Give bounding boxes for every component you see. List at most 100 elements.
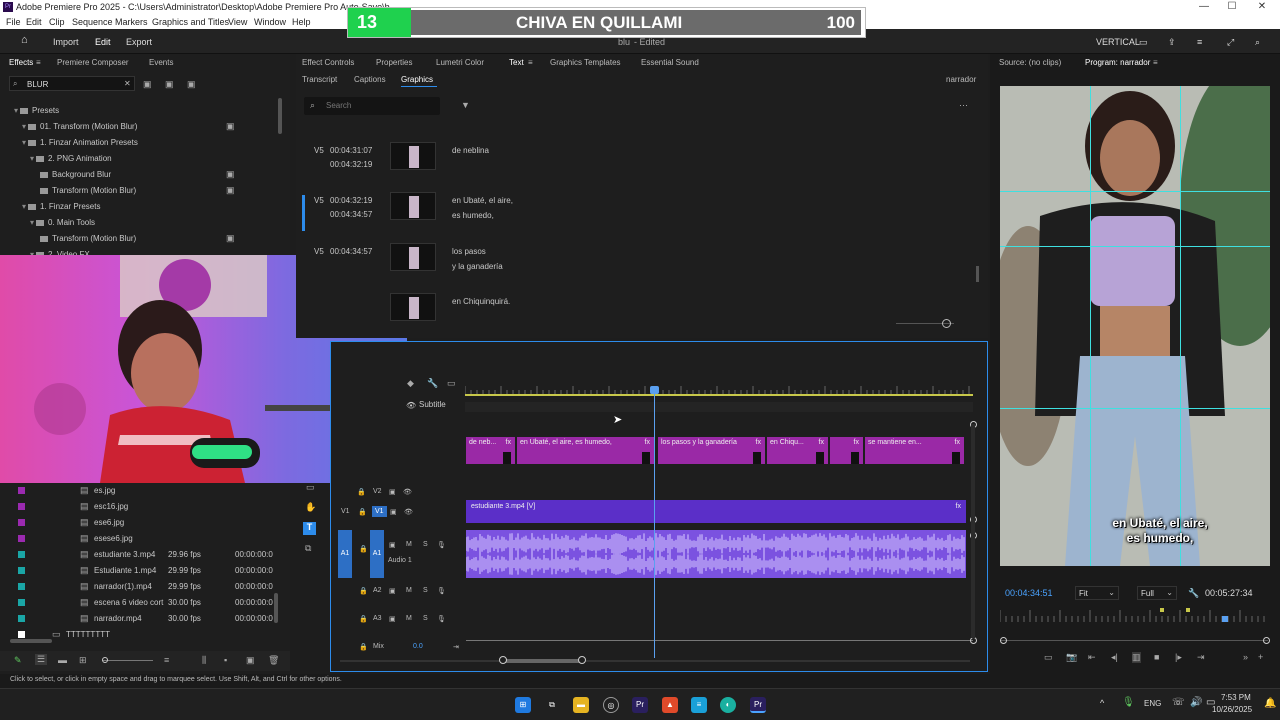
share-icon[interactable]: ⇪ — [1168, 37, 1176, 48]
lock-icon[interactable]: 🔒 — [357, 488, 366, 496]
lock-icon[interactable]: 🔒 — [359, 643, 368, 651]
mic-icon[interactable]: 🎙 — [437, 541, 446, 549]
playhead-handle[interactable] — [650, 386, 659, 394]
tab-premiere-composer[interactable]: Premiere Composer — [57, 58, 129, 67]
eye-icon[interactable]: 👁 — [403, 488, 412, 496]
solo-button[interactable]: S — [423, 615, 428, 622]
clear-icon[interactable]: ✕ — [124, 79, 131, 88]
lock-icon[interactable]: 🔒 — [359, 545, 368, 553]
wrench-icon[interactable]: 🔧 — [427, 378, 438, 389]
caption-start[interactable]: 00:04:34:57 — [330, 247, 372, 256]
caption-start[interactable]: 00:04:32:19 — [330, 196, 372, 205]
sync-icon[interactable]: ▣ — [389, 587, 396, 595]
sort-icon[interactable]: ≡ — [164, 655, 169, 665]
subtitle-clip[interactable]: fx — [830, 437, 863, 464]
volume-icon[interactable]: 🔊 — [1190, 697, 1202, 708]
menu-file[interactable]: File — [6, 17, 21, 27]
search-icon[interactable]: ⌕ — [1255, 37, 1260, 48]
caption-end[interactable]: 00:04:34:57 — [330, 210, 372, 219]
automate-icon[interactable]: ⫼ — [202, 655, 206, 666]
brave-icon[interactable]: ▲ — [662, 697, 678, 713]
type-tool-icon[interactable]: T — [303, 522, 316, 535]
subtitle-clip[interactable]: de neb... fx — [466, 437, 515, 464]
project-item-name[interactable]: narrador(1).mp4 — [94, 582, 152, 591]
solo-button[interactable]: S — [423, 587, 428, 594]
label-color-swatch[interactable] — [18, 503, 25, 510]
project-scrollbar[interactable] — [274, 593, 278, 623]
project-item-name[interactable]: estudiante 3.mp4 — [94, 550, 155, 559]
effects-tree-item[interactable]: Transform (Motion Blur) — [38, 186, 136, 195]
rect-tool-icon[interactable]: ▭ — [306, 482, 315, 493]
tab-program[interactable]: Program: narrador — [1085, 58, 1150, 67]
caption-zoom-handle[interactable] — [942, 319, 951, 328]
label-color-swatch[interactable] — [18, 583, 25, 590]
menu-clip[interactable]: Clip — [49, 17, 65, 27]
expand-triangle-icon[interactable]: ▾ — [14, 106, 18, 115]
effects-tree-item[interactable]: ▾ 1. Finzar Animation Presets — [22, 138, 138, 147]
frame-icon[interactable]: ▭ — [1139, 37, 1148, 48]
project-item-name[interactable]: ese6.jpg — [94, 518, 124, 527]
caption-text-line1[interactable]: en Chiquinquirá. — [452, 297, 510, 306]
obs-icon[interactable]: ◎ — [603, 697, 619, 713]
transcript-tool-icon[interactable]: ⧉ — [305, 543, 311, 554]
playhead-line[interactable] — [654, 386, 655, 658]
tab-source[interactable]: Source: (no clips) — [999, 58, 1061, 67]
effects-tree-item[interactable]: Transform (Motion Blur) — [38, 234, 136, 243]
subtitle-clip[interactable]: los pasos y la ganadería fx — [658, 437, 765, 464]
effects-tree-item[interactable]: ▾ 1. Finzar Presets — [22, 202, 100, 211]
tab-effects-menu-icon[interactable]: ≡ — [36, 58, 41, 67]
monitor-ruler[interactable] — [1000, 604, 1270, 628]
menu-view[interactable]: View — [228, 17, 247, 27]
clock-time[interactable]: 7:53 PM — [1221, 693, 1251, 702]
tab-export[interactable]: Export — [126, 37, 152, 47]
zoom-slider[interactable] — [103, 660, 153, 661]
fullscreen-icon[interactable]: ⤢ — [1227, 37, 1234, 48]
bin-icon-3[interactable]: ▣ — [187, 79, 196, 90]
workspace-name[interactable]: VERTICAL — [1096, 37, 1140, 47]
lock-icon[interactable]: 🔒 — [359, 615, 368, 623]
home-icon[interactable]: ⌂ — [21, 34, 28, 46]
lock-icon[interactable]: 🔒 — [358, 508, 367, 516]
caption-text-line1[interactable]: de neblina — [452, 146, 489, 155]
label-color-swatch[interactable] — [18, 567, 25, 574]
hscroll-handle-left[interactable] — [499, 656, 507, 664]
caption-text-line1[interactable]: en Ubaté, el aire, — [452, 196, 513, 205]
mic-icon[interactable]: 🎙 — [437, 615, 446, 623]
mix-value[interactable]: 0.0 — [413, 643, 423, 650]
menu-lines-icon[interactable]: ≡ — [1197, 37, 1202, 47]
mic-icon[interactable]: 🎙 — [437, 587, 446, 595]
effects-scrollbar[interactable] — [278, 98, 282, 134]
zoom-slider-handle[interactable] — [102, 657, 108, 663]
captions-search-input[interactable]: ⌕ Search — [304, 97, 440, 115]
icon-view-icon[interactable]: ▬ — [58, 655, 67, 665]
tab-events[interactable]: Events — [149, 58, 173, 67]
effects-tree-item[interactable]: ▾ Presets — [14, 106, 59, 115]
marker-icon[interactable]: ◆ — [407, 378, 414, 389]
menu-edit[interactable]: Edit — [26, 17, 42, 27]
notepad-icon[interactable]: ≡ — [691, 697, 707, 713]
tab-graphics-templates[interactable]: Graphics Templates — [550, 58, 621, 67]
subtab-captions[interactable]: Captions — [354, 75, 386, 84]
caption-thumbnail[interactable] — [390, 192, 436, 220]
subtitle-clip[interactable]: en Ubaté, el aire, es humedo, fx — [517, 437, 654, 464]
sync-icon[interactable]: ▣ — [389, 615, 396, 623]
caption-thumbnail[interactable] — [390, 142, 436, 170]
caption-thumbnail[interactable] — [390, 243, 436, 271]
language-indicator[interactable]: ENG — [1144, 699, 1161, 708]
mix-arrow-icon[interactable]: ⇥ — [453, 643, 459, 651]
current-timecode[interactable]: 00:04:34:51 — [1005, 588, 1053, 598]
new-item-icon[interactable]: ▣ — [246, 655, 255, 666]
menu-markers[interactable]: Markers — [115, 17, 148, 27]
tab-text[interactable]: Text — [509, 58, 524, 67]
effects-tree-item[interactable]: Background Blur — [38, 170, 111, 179]
project-item-name[interactable]: narrador.mp4 — [94, 614, 142, 623]
mark-in-icon[interactable]: ⇤ — [1088, 652, 1096, 663]
timeline-hscroll-thumb[interactable] — [504, 659, 582, 663]
caption-text-line2[interactable]: es humedo, — [452, 211, 494, 220]
solo-button[interactable]: S — [423, 541, 428, 548]
caption-text-line2[interactable]: y la ganadería — [452, 262, 503, 271]
label-color-swatch[interactable] — [18, 615, 25, 622]
label-color-swatch[interactable] — [18, 535, 25, 542]
a1-source-patch[interactable]: A1 — [338, 530, 352, 578]
program-preview[interactable]: en Ubaté, el aire, es humedo, — [1000, 86, 1270, 566]
